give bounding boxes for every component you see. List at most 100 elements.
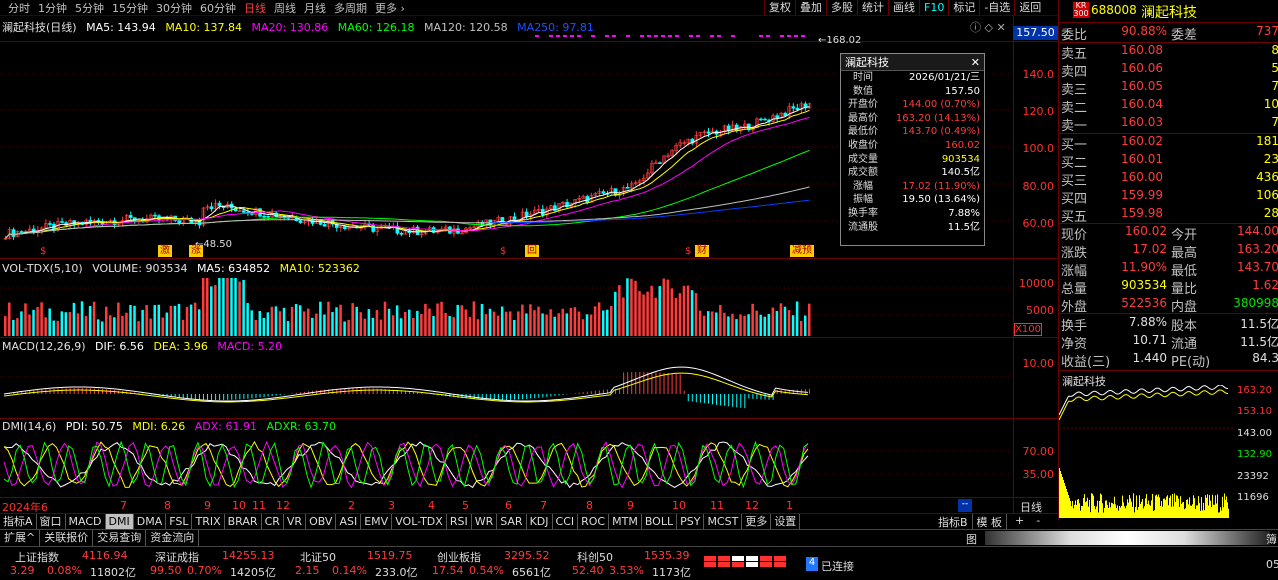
indicator-tab[interactable]: MCST [704,514,743,529]
indicator-tab[interactable]: VOL-TDX [392,514,447,529]
indicator-tab[interactable]: 窗口 [37,514,66,529]
indicator-tab[interactable]: RSI [447,514,472,529]
event-marker[interactable]: 减预 [790,245,814,257]
index-name[interactable]: 创业板指 [437,549,481,565]
indicator-tab[interactable]: KDJ [527,514,553,529]
ext-right-label[interactable]: 图 [966,531,977,547]
tooltip-key: 开盘价 [848,99,878,111]
ext-tab[interactable]: 资金流向 [146,530,200,546]
period-more[interactable]: 更多 › [375,0,405,16]
mini-volume-bar [1192,504,1193,518]
indicator-tab[interactable]: 设置 [771,514,801,529]
ext-far-label[interactable]: 簿 [1266,531,1277,547]
volume-bar [565,313,569,336]
mini-intraday-chart[interactable] [1059,385,1234,520]
tooltip-value: 157.50 [945,85,980,97]
index-name[interactable]: 科创50 [577,549,613,565]
ask-row[interactable]: 卖一 160.03 7 [1059,115,1278,134]
tab-indicator-b[interactable]: 指标B [934,514,973,530]
event-marker-small[interactable]: $ [40,246,46,257]
bid-row[interactable]: 买一 160.02 181 [1059,134,1278,153]
mini-volume-bar [1221,510,1222,518]
indicator-tab[interactable]: BRAR [225,514,262,529]
indicator-tab[interactable]: 更多 [742,514,772,529]
macd-bar [271,394,273,397]
index-name[interactable]: 北证50 [300,549,336,565]
mini-volume-bar [1161,501,1162,518]
toolbar-button[interactable]: 标记 [948,0,979,16]
ask-row[interactable]: 卖四 160.06 5 [1059,61,1278,80]
candle-body [791,106,796,109]
ext-tab[interactable]: 扩展^ [0,530,41,546]
period-item[interactable]: 分时 [8,0,30,16]
index-name[interactable]: 上证指数 [15,549,59,565]
volume-bar [125,312,128,336]
toolbar-button[interactable]: 画线 [888,0,919,16]
event-marker[interactable]: 涨 [189,245,203,257]
period-item[interactable]: 月线 [304,0,326,16]
indicator-tab[interactable]: MTM [609,514,642,529]
indicator-tab[interactable]: SAR [497,514,527,529]
toolbar-button[interactable]: -自选 [979,0,1014,16]
event-marker[interactable]: 回 [525,245,539,257]
zoom-out-button[interactable]: - [1032,514,1044,530]
date-tick: 10 [232,499,246,512]
period-item[interactable]: 15分钟 [112,0,148,16]
toolbar-button[interactable]: 多股 [826,0,857,16]
mini-volume-bar [1167,495,1168,518]
macd-bar [546,394,548,397]
toolbar-button[interactable]: 叠加 [795,0,826,16]
toolbar-button[interactable]: 返回 [1014,0,1045,16]
event-marker[interactable]: 激 [158,245,172,257]
period-item[interactable]: 30分钟 [156,0,192,16]
indicator-tab[interactable]: 指标A [0,514,37,529]
indicator-tab[interactable]: ASI [336,514,362,529]
ext-tab[interactable]: 交易查询 [93,530,147,546]
indicator-tab[interactable]: EMV [361,514,393,529]
bid-row[interactable]: 买三 160.00 436 [1059,170,1278,189]
bid-row[interactable]: 买二 160.01 23 [1059,152,1278,171]
period-item[interactable]: 多周期 [334,0,367,16]
toolbar-button[interactable]: 统计 [857,0,888,16]
event-marker[interactable]: 财 [695,245,709,257]
indicator-tab[interactable]: DMI [105,514,134,529]
event-marker-small[interactable]: $ [685,246,691,257]
indicator-tab[interactable]: ROC [578,514,610,529]
period-item[interactable]: 5分钟 [75,0,104,16]
indicator-tab[interactable]: FSL [166,514,193,529]
index-name[interactable]: 深证成指 [155,549,199,565]
indicator-tab[interactable]: PSY [677,514,705,529]
tab-template[interactable]: 模 板 [973,514,1008,530]
period-item[interactable]: 周线 [274,0,296,16]
ask-row[interactable]: 卖二 160.04 10 [1059,97,1278,116]
indicator-tab[interactable]: BOLL [642,514,678,529]
period-item-active[interactable]: 日线 [244,0,266,16]
ask-row[interactable]: 卖三 160.05 7 [1059,79,1278,98]
event-marker-small[interactable]: $ [500,246,506,257]
macd-bar [627,372,629,394]
close-icon[interactable]: ✕ [971,54,980,71]
indicator-tab[interactable]: DMA [134,514,167,529]
period-item[interactable]: 60分钟 [200,0,236,16]
indicator-tab[interactable]: VR [284,514,307,529]
mini-volume-bar [1145,498,1146,518]
indicator-tab[interactable]: TRIX [192,514,225,529]
ext-tab[interactable]: 关联报价 [40,530,94,546]
toolbar-button[interactable]: 复权 [764,0,795,16]
indicator-tab[interactable]: MACD [66,514,106,529]
connection-status[interactable]: 已连接 [821,558,854,574]
indicator-tab[interactable]: CCI [553,514,579,529]
zoom-in-button[interactable]: + [1007,514,1032,530]
indicator-tab[interactable]: WR [472,514,498,529]
period-item[interactable]: 1分钟 [38,0,67,16]
bid-row[interactable]: 买五 159.98 28 [1059,206,1278,225]
ask-row[interactable]: 卖五 160.08 8 [1059,43,1278,62]
indicator-tab[interactable]: CR [262,514,284,529]
indicator-tab[interactable]: OBV [306,514,337,529]
macd-bar [101,389,103,394]
volume-bar [577,311,581,336]
volume-bar [484,314,488,336]
mini-volume-bar [1189,497,1190,518]
bid-row[interactable]: 买四 159.99 106 [1059,188,1278,207]
toolbar-button[interactable]: F10 [919,0,948,16]
